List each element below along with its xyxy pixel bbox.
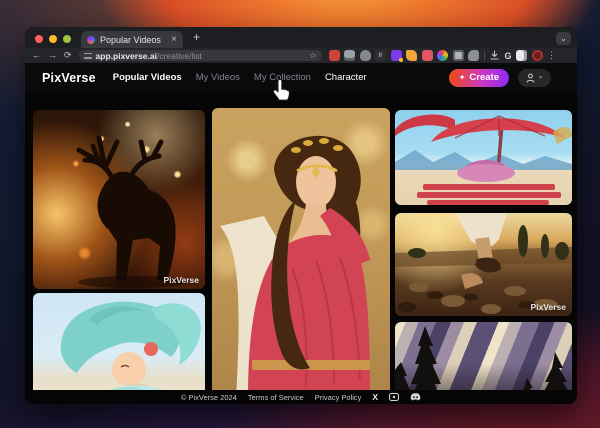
screen-extension-icon[interactable] [344,50,356,61]
site-nav-tabs: Popular Videos My Videos My Collection C… [113,72,367,83]
user-menu-button[interactable]: ⌄ [518,68,551,87]
toolbar-divider [483,50,485,61]
beach-art [395,114,572,205]
dirt-path-art [395,213,572,314]
moose-silhouette [76,135,188,288]
greek-goddess-art [220,135,370,398]
tab-close-icon[interactable]: × [171,34,177,45]
privacy-link[interactable]: Privacy Policy [315,393,362,402]
tab-strip: Popular Videos × + ⌄ [25,27,577,48]
close-window-button[interactable] [35,35,43,43]
tab-title: Popular Videos [100,34,161,45]
terms-link[interactable]: Terms of Service [248,393,304,402]
site-footer: © PixVerse 2024 Terms of Service Privacy… [25,390,577,404]
nav-right-actions: ✦ Create ⌄ [448,68,551,87]
download-icon[interactable] [489,50,500,61]
reader-extension-icon[interactable] [516,50,528,61]
copyright-text: © PixVerse 2024 [180,392,237,402]
pine-silhouettes [395,326,572,397]
google-icon[interactable]: G [505,51,512,61]
tab-popular-videos[interactable]: Popular Videos [113,72,182,83]
browser-toolbar: ← → ⟳ app.pixverse.ai/creative/list ☆ fr… [25,48,577,63]
tab-my-collection[interactable]: My Collection [254,72,311,83]
pixverse-favicon-icon [87,35,95,44]
site-settings-icon[interactable] [83,52,92,59]
site-navbar: PixVerse Popular Videos My Videos My Col… [25,63,577,92]
cloud-extension-icon[interactable] [359,50,371,61]
pixverse-page: PixVerse Popular Videos My Videos My Col… [25,63,577,404]
pixverse-logo[interactable]: PixVerse [42,71,96,85]
red-extension-icon[interactable] [328,50,340,61]
tab-my-videos[interactable]: My Videos [196,72,240,83]
chevron-down-icon: ⌄ [537,73,544,80]
bookmark-star-icon[interactable]: ☆ [309,51,316,60]
extensions-row: fr G ⋮ [328,50,556,62]
color-wheel-extension-icon[interactable] [437,50,449,61]
video-icon[interactable] [389,393,400,401]
frame-extension-icon[interactable] [452,50,464,61]
browser-menu-icon[interactable]: ⋮ [547,50,556,61]
photo-extension-icon[interactable] [421,50,433,61]
create-button-label: Create [469,72,499,83]
x-icon[interactable]: X [372,392,378,402]
video-thumbnail-greek-goddess[interactable] [212,108,390,398]
tab-search-button[interactable]: ⌄ [556,32,571,45]
url-text[interactable]: app.pixverse.ai/creative/list [96,51,202,61]
reload-icon[interactable]: ⟳ [64,51,72,60]
create-button[interactable]: ✦ Create [448,68,509,87]
minimize-window-button[interactable] [49,35,57,43]
orange-extension-icon[interactable] [406,50,418,61]
tab-character[interactable]: Character [325,72,367,83]
puzzle-extension-icon[interactable] [468,50,480,61]
fr-extension-icon[interactable]: fr [375,50,387,61]
browser-window: Popular Videos × + ⌄ ← → ⟳ app.pixverse.… [25,27,577,404]
window-controls[interactable] [35,35,71,43]
anime-girl-art [60,301,201,404]
browser-tab[interactable]: Popular Videos × [81,31,183,48]
purple-extension-icon[interactable] [390,50,403,62]
video-thumbnail-anime-girl[interactable] [33,293,205,404]
discord-icon[interactable] [410,393,421,401]
video-thumbnail-moose-fire[interactable]: PixVerse [33,110,205,289]
fullscreen-window-button[interactable] [63,35,71,43]
video-thumbnail-beach-umbrella[interactable] [395,110,572,205]
address-bar[interactable]: app.pixverse.ai/creative/list ☆ [78,50,322,61]
video-thumbnail-barefoot-path[interactable]: PixVerse [395,213,572,316]
back-icon[interactable]: ← [32,51,41,60]
new-tab-button[interactable]: + [193,30,200,44]
pixverse-watermark: PixVerse [530,302,566,312]
forward-icon[interactable]: → [48,51,57,60]
sparkle-icon: ✦ [458,73,466,82]
person-icon [526,73,535,82]
pixverse-watermark: PixVerse [163,275,199,285]
video-thumbnail-aurora-pines[interactable] [395,322,572,397]
red-circle-extension-icon[interactable] [531,50,543,61]
